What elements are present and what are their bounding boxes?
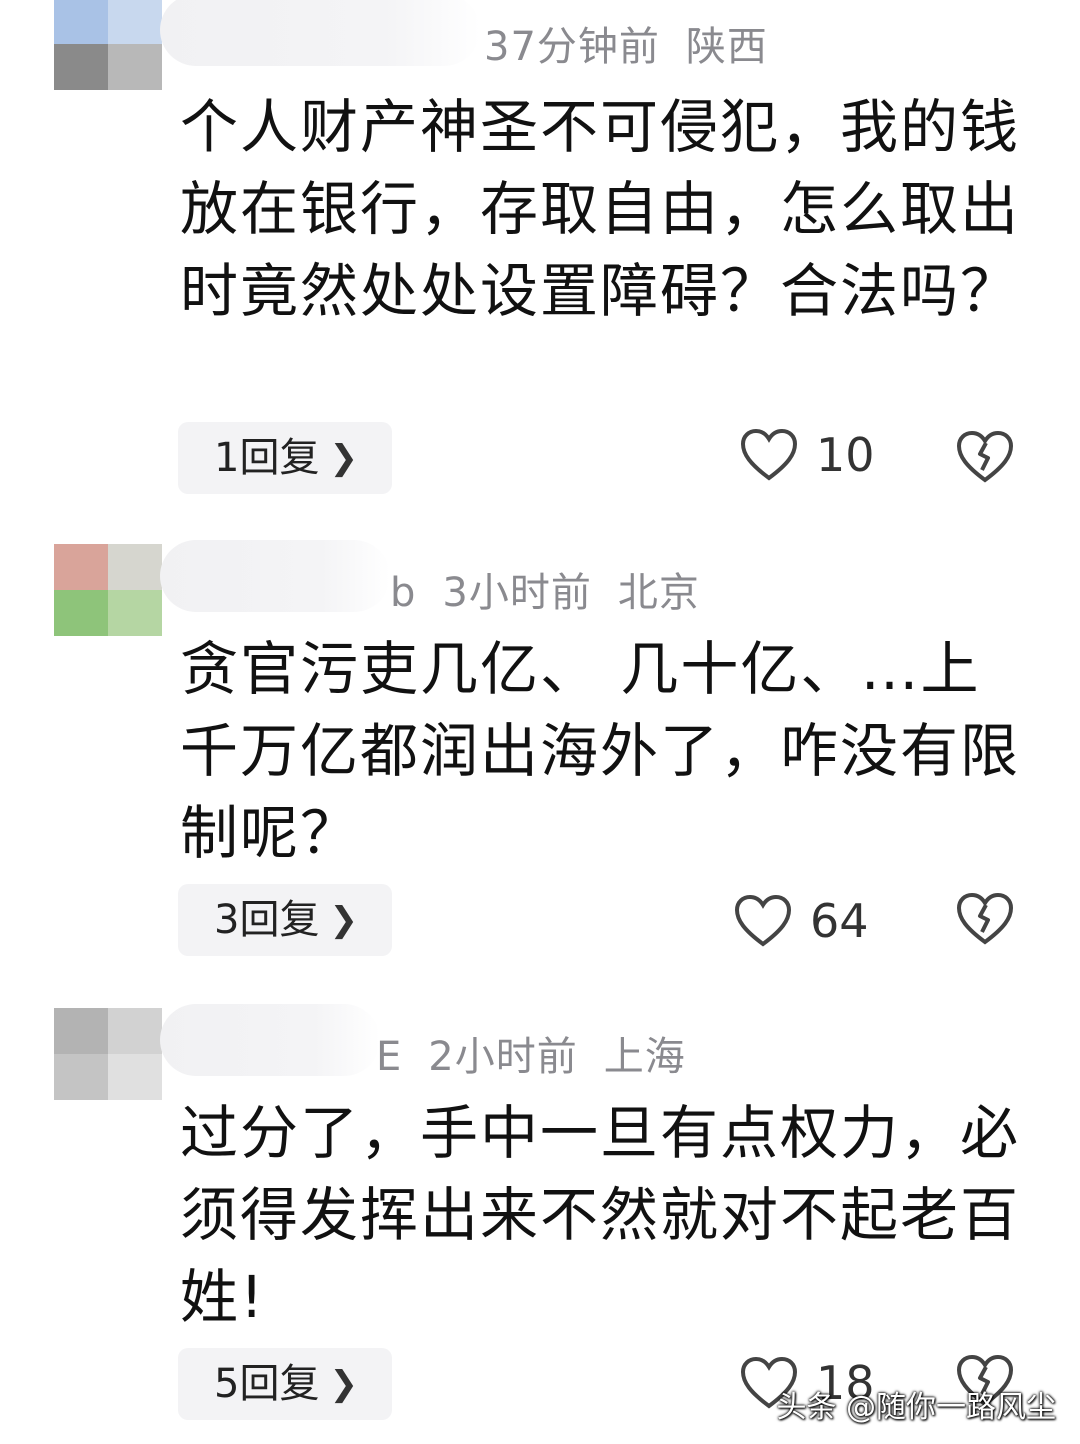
comment-meta: 37分钟前 陕西 <box>484 14 768 72</box>
reply-button[interactable]: 1回复 ❯ <box>178 422 392 494</box>
comment-time: 3小时前 <box>442 570 592 616</box>
avatar[interactable] <box>54 0 162 90</box>
comment-time: 37分钟前 <box>484 24 660 70</box>
heart-outline-icon <box>734 894 792 947</box>
like-button[interactable]: 64 <box>734 894 869 948</box>
comment-text: 个人财产神圣不可侵犯，我的钱放在银行，存取自由，怎么取出时竟然处处设置障碍？合法… <box>180 93 1021 325</box>
reply-count-label: 1回复 <box>214 435 320 481</box>
username-blurred[interactable] <box>160 1004 380 1076</box>
avatar[interactable] <box>54 1008 162 1100</box>
chevron-right-icon: ❯ <box>329 900 358 940</box>
dislike-button[interactable] <box>956 892 1014 950</box>
broken-heart-icon <box>956 430 1014 483</box>
comment-location: 陕西 <box>685 24 768 70</box>
chevron-right-icon: ❯ <box>329 438 358 478</box>
username-fragment: E <box>376 1034 403 1080</box>
comment-meta: E 2小时前 上海 <box>376 1024 686 1082</box>
like-count: 64 <box>810 894 869 948</box>
broken-heart-icon <box>956 892 1014 945</box>
comment-text: 贪官污吏几亿、 几十亿、…上千万亿都润出海外了，咋没有限制呢？ <box>180 635 1021 867</box>
username-blurred[interactable] <box>160 540 390 612</box>
watermark: 头条 @随你一路风尘 <box>776 1390 1056 1425</box>
comment-location: 上海 <box>603 1034 686 1080</box>
reply-button[interactable]: 3回复 ❯ <box>178 884 392 956</box>
username-blurred[interactable] <box>160 0 480 66</box>
reply-button[interactable]: 5回复 ❯ <box>178 1348 392 1420</box>
comment-time: 2小时前 <box>428 1034 578 1080</box>
like-count: 10 <box>816 428 875 482</box>
avatar[interactable] <box>54 544 162 636</box>
like-button[interactable]: 10 <box>740 428 875 482</box>
comment-meta: b 3小时前 北京 <box>390 560 700 618</box>
reply-count-label: 5回复 <box>214 1361 320 1407</box>
reply-count-label: 3回复 <box>214 897 320 943</box>
comment-text: 过分了，手中一旦有点权力，必须得发挥出来不然就对不起老百姓! <box>180 1099 1021 1331</box>
comment-location: 北京 <box>617 570 700 616</box>
chevron-right-icon: ❯ <box>329 1364 358 1404</box>
dislike-button[interactable] <box>956 430 1014 488</box>
heart-outline-icon <box>740 428 798 481</box>
username-fragment: b <box>390 570 417 616</box>
